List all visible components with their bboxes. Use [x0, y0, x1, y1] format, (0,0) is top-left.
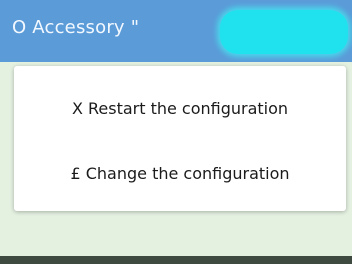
app-window: O Accessory " X Restart the configuratio… — [0, 0, 352, 264]
title-bar: O Accessory " — [0, 0, 352, 62]
bottom-strip — [0, 256, 352, 264]
highlight-overlay — [220, 10, 348, 54]
menu-item-restart-configuration[interactable]: X Restart the configuration — [14, 86, 346, 130]
menu-item-change-configuration[interactable]: £ Change the configuration — [14, 151, 346, 195]
title-text: O Accessory " — [12, 17, 140, 38]
context-menu: X Restart the configuration £ Change the… — [14, 66, 346, 211]
